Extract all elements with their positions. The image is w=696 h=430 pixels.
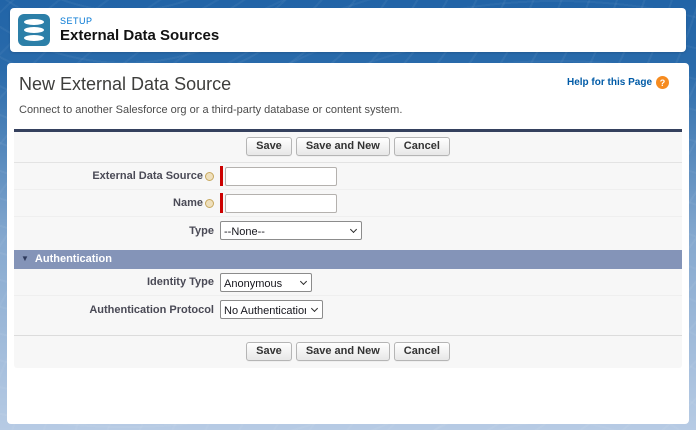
name-input[interactable] [225, 194, 337, 213]
save-button[interactable]: Save [246, 342, 292, 361]
save-and-new-button[interactable]: Save and New [296, 137, 390, 156]
authentication-section-header[interactable]: ▼ Authentication [14, 250, 682, 269]
type-row: Type --None-- [14, 217, 682, 244]
bottom-toolbar: Save Save and New Cancel [14, 335, 682, 368]
form-block: Save Save and New Cancel External Data S… [14, 129, 682, 368]
setup-eyebrow: SETUP [60, 16, 219, 26]
setup-title: External Data Sources [60, 27, 219, 44]
help-link-label: Help for this Page [567, 77, 652, 88]
external-data-source-row: External Data Source [14, 163, 682, 190]
name-label-cell: Name [14, 197, 214, 209]
external-data-source-label: External Data Source [92, 170, 203, 182]
type-select[interactable]: --None-- [221, 224, 361, 241]
identity-type-row: Identity Type Anonymous [14, 269, 682, 296]
identity-type-label: Identity Type [147, 276, 214, 288]
top-toolbar: Save Save and New Cancel [14, 132, 682, 163]
cancel-button[interactable]: Cancel [394, 342, 450, 361]
type-label-cell: Type [14, 225, 214, 237]
identity-type-label-cell: Identity Type [14, 276, 214, 288]
authentication-protocol-row: Authentication Protocol No Authenticatio… [14, 296, 682, 323]
field-help-icon[interactable] [205, 199, 214, 208]
page-subtitle: Connect to another Salesforce org or a t… [19, 104, 677, 116]
authentication-section-label: Authentication [35, 253, 112, 265]
save-button[interactable]: Save [246, 137, 292, 156]
type-label: Type [189, 225, 214, 237]
help-for-this-page-link[interactable]: Help for this Page ? [567, 76, 669, 89]
name-label: Name [173, 197, 203, 209]
setup-header: SETUP External Data Sources [10, 8, 686, 52]
title-area: New External Data Source Help for this P… [7, 63, 689, 116]
external-data-source-input[interactable] [225, 167, 337, 186]
collapse-triangle-icon[interactable]: ▼ [21, 255, 29, 263]
content-card: New External Data Source Help for this P… [7, 63, 689, 424]
authentication-protocol-label: Authentication Protocol [89, 304, 214, 316]
cancel-button[interactable]: Cancel [394, 137, 450, 156]
required-marker [220, 166, 223, 186]
external-data-source-label-cell: External Data Source [14, 170, 214, 182]
save-and-new-button[interactable]: Save and New [296, 342, 390, 361]
name-row: Name [14, 190, 682, 217]
authentication-protocol-select[interactable]: No Authentication [221, 303, 322, 320]
authentication-protocol-label-cell: Authentication Protocol [14, 304, 214, 316]
identity-type-select[interactable]: Anonymous [221, 275, 311, 292]
help-icon[interactable]: ? [656, 76, 669, 89]
field-help-icon[interactable] [205, 172, 214, 181]
required-marker [220, 193, 223, 213]
database-icon [18, 14, 50, 46]
